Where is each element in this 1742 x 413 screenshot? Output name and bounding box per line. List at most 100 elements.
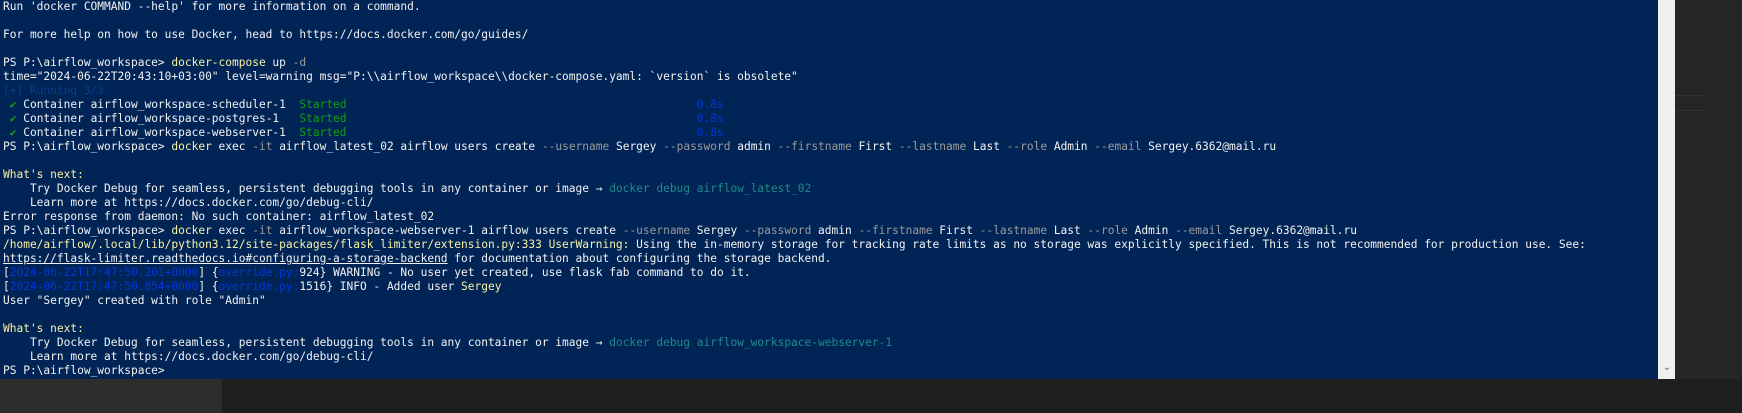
terminal-text-segment: 0.8s <box>696 126 724 139</box>
terminal-line: [+] Running 3/3 <box>3 84 104 98</box>
terminal-text-segment: --lastname <box>979 224 1048 237</box>
terminal-text-segment: --firstname <box>858 224 933 237</box>
terminal-text-segment: 2024-06-22T17:47:50.854+0000 <box>9 280 199 293</box>
terminal-text-segment: 924} WARNING - No user yet created, use … <box>299 266 751 279</box>
terminal-scrollbar[interactable] <box>1658 0 1675 379</box>
terminal-line: Try Docker Debug for seamless, persisten… <box>3 182 811 196</box>
terminal-text-segment: 2024-06-22T17:47:50.201+0000 <box>9 266 199 279</box>
terminal-text-segment: Try Docker Debug for seamless, persisten… <box>3 336 610 349</box>
terminal-text-segment: /home/airflow/.local/lib/python3.12/site… <box>3 238 630 251</box>
terminal-text-segment: Sergey <box>690 224 744 237</box>
terminal-text-segment: up <box>265 56 293 69</box>
terminal-text-segment: --username <box>541 140 610 153</box>
window-bottom-area <box>0 379 1742 413</box>
terminal-text-segment: What's next: <box>3 322 84 335</box>
terminal-text-segment: Sergey.6362@mail.ru <box>1141 140 1277 153</box>
terminal-text-segment: override.py: <box>218 266 300 279</box>
terminal-line: Error response from daemon: No such cont… <box>3 210 434 224</box>
terminal-text-segment: Run 'docker COMMAND --help' for more inf… <box>3 0 421 13</box>
terminal-line: [2024-06-22T17:47:50.854+0000] {override… <box>3 280 501 294</box>
terminal-text-segment: Using the in-memory storage for tracking… <box>629 238 1586 251</box>
terminal-text-segment: docker <box>171 224 212 237</box>
terminal-text-segment: -it <box>252 140 273 153</box>
terminal-text-segment: PS P:\airflow_workspace> <box>3 56 172 69</box>
terminal-text-segment[interactable]: https://flask-limiter.readthedocs.io#con… <box>3 252 448 265</box>
terminal-text-segment: --username <box>622 224 691 237</box>
terminal-text-segment: Error response from daemon: No such cont… <box>3 210 435 223</box>
terminal-line: time="2024-06-22T20:43:10+03:00" level=w… <box>3 70 798 84</box>
terminal-text-segment: What's next: <box>3 168 84 181</box>
terminal-text-segment: -d <box>292 56 307 69</box>
editor-divider <box>1675 95 1705 96</box>
terminal-text-segment: Container airflow_workspace-postgres-1 <box>23 112 300 125</box>
terminal-line: ✔ Container airflow_workspace-webserver-… <box>3 126 724 140</box>
terminal-text-segment: --email <box>1094 140 1142 153</box>
editor-divider <box>1675 110 1705 111</box>
terminal-text-segment: ✔ <box>3 126 24 139</box>
terminal-text-segment: Sergey.6362@mail.ru <box>1222 224 1357 237</box>
terminal-text-segment: Admin <box>1127 224 1176 237</box>
terminal-text-segment: --role <box>1087 224 1128 237</box>
terminal-text-segment: Last <box>966 140 1007 153</box>
terminal-text-segment: --lastname <box>898 140 967 153</box>
terminal-text-segment: ] { <box>198 280 219 293</box>
terminal-line: PS P:\airflow_workspace> docker exec -it… <box>3 140 1276 154</box>
scroll-down-arrow-icon[interactable]: ⌄ <box>1662 363 1672 373</box>
terminal-line: For more help on how to use Docker, head… <box>3 28 528 42</box>
terminal-text-segment: for documentation about configuring the … <box>447 252 832 265</box>
terminal-line: PS P:\airflow_workspace> <box>3 364 171 378</box>
terminal-text-segment: ✔ <box>3 98 24 111</box>
terminal-line: PS P:\airflow_workspace> docker exec -it… <box>3 224 1357 238</box>
terminal-text-segment: --password <box>663 140 731 153</box>
terminal-text-segment: Try Docker Debug for seamless, persisten… <box>3 182 610 195</box>
window-bottom-panel <box>0 379 222 413</box>
terminal-line: User "Sergey" created with role "Admin" <box>3 294 266 308</box>
terminal-text-segment: PS P:\airflow_workspace> <box>3 364 172 377</box>
terminal-line: Run 'docker COMMAND --help' for more inf… <box>3 0 421 14</box>
powershell-terminal[interactable]: Run 'docker COMMAND --help' for more inf… <box>0 0 1658 379</box>
terminal-text-segment: Learn more at https://docs.docker.com/go… <box>3 350 374 363</box>
terminal-line: Try Docker Debug for seamless, persisten… <box>3 336 892 350</box>
terminal-text-segment: ✔ <box>3 112 24 125</box>
terminal-text-segment: Started <box>299 112 347 125</box>
terminal-text-segment: exec <box>211 140 253 153</box>
terminal-line: https://flask-limiter.readthedocs.io#con… <box>3 252 831 266</box>
terminal-text-segment: --email <box>1175 224 1223 237</box>
terminal-text-segment: Sergey <box>461 280 502 293</box>
terminal-text-segment: 0.8s <box>696 98 724 111</box>
terminal-text-segment: time="2024-06-22T20:43:10+03:00" level=w… <box>3 70 798 83</box>
terminal-text-segment: [+] Running 3/3 <box>3 84 105 97</box>
terminal-text-segment: [ <box>3 266 10 279</box>
terminal-text-segment: Last <box>1047 224 1088 237</box>
terminal-text-segment: PS P:\airflow_workspace> <box>3 140 172 153</box>
terminal-line: Learn more at https://docs.docker.com/go… <box>3 196 374 210</box>
terminal-text-segment: exec <box>211 224 253 237</box>
terminal-text-segment: First <box>932 224 980 237</box>
terminal-text-segment: Learn more at https://docs.docker.com/go… <box>3 196 374 209</box>
terminal-line: ✔ Container airflow_workspace-postgres-1… <box>3 112 724 126</box>
terminal-text-segment: docker <box>171 140 212 153</box>
terminal-line: PS P:\airflow_workspace> docker-compose … <box>3 56 306 70</box>
terminal-text-segment: admin <box>811 224 859 237</box>
terminal-text-segment: First <box>851 140 899 153</box>
terminal-text-segment: docker debug airflow_workspace-webserver… <box>609 336 893 349</box>
terminal-text-segment: [ <box>3 280 10 293</box>
terminal-line: Learn more at https://docs.docker.com/go… <box>3 350 374 364</box>
terminal-text-segment: -it <box>252 224 273 237</box>
terminal-text-segment: Container airflow_workspace-webserver-1 <box>23 126 300 139</box>
terminal-text-segment: For more help on how to use Docker, head… <box>3 28 529 41</box>
terminal-text-segment: airflow_workspace-webserver-1 airflow us… <box>272 224 623 237</box>
terminal-text-segment: Sergey <box>609 140 664 153</box>
terminal-text-segment: docker debug airflow_latest_02 <box>609 182 812 195</box>
terminal-text-segment: airflow_latest_02 airflow users create <box>272 140 542 153</box>
terminal-text-segment: Started <box>299 126 347 139</box>
terminal-text-segment: override.py: <box>218 280 300 293</box>
terminal-text-segment: User "Sergey" created with role "Admin" <box>3 294 266 307</box>
terminal-text-segment: admin <box>730 140 778 153</box>
terminal-text-segment: --password <box>743 224 812 237</box>
terminal-text-segment: docker-compose <box>171 56 266 69</box>
terminal-line: /home/airflow/.local/lib/python3.12/site… <box>3 238 1586 252</box>
